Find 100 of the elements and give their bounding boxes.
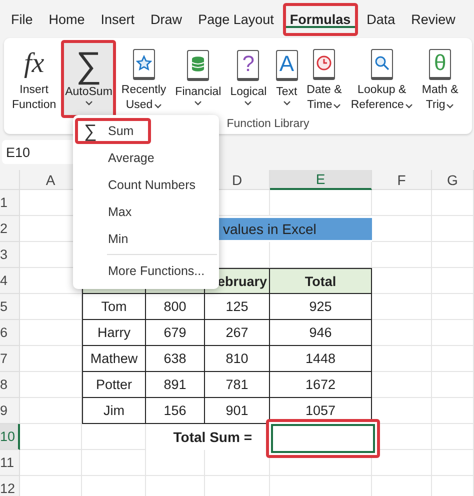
table-cell: 1672	[270, 372, 372, 398]
table-cell: 125	[205, 294, 270, 320]
selected-cell[interactable]	[266, 419, 380, 458]
button-label: Math &	[422, 83, 458, 98]
table-cell: 267	[205, 320, 270, 346]
button-label: Date &	[306, 83, 342, 98]
row-header[interactable]: 7	[0, 346, 20, 372]
ribbon-button[interactable]: ∑ AutoSum	[61, 40, 116, 118]
empty-cell	[432, 450, 474, 476]
row-header[interactable]: 12	[0, 476, 20, 496]
empty-cell	[372, 242, 432, 268]
row-header[interactable]: 1	[0, 190, 20, 216]
button-label: Function	[12, 98, 56, 113]
empty-cell	[432, 242, 474, 268]
row-header[interactable]: 10	[0, 424, 20, 450]
button-label: Financial	[175, 85, 222, 100]
menu-item-label: Average	[108, 151, 154, 165]
button-label: Used	[126, 98, 153, 113]
column-header[interactable]: F	[372, 170, 432, 190]
table-cell: 891	[146, 372, 205, 398]
ribbon-tab[interactable]: Draw	[144, 2, 190, 36]
table-cell: Potter	[82, 372, 146, 398]
ribbon-tab[interactable]: Data	[360, 2, 402, 36]
row-header[interactable]: 8	[0, 372, 20, 398]
row-header[interactable]: 9	[0, 398, 20, 424]
button-label: Reference	[350, 98, 404, 113]
table-cell: 156	[146, 398, 205, 424]
function-icon: fx	[20, 47, 48, 81]
table-cell: Tom	[82, 294, 146, 320]
ribbon-tab[interactable]: Insert	[94, 2, 142, 36]
menu-item-label: Sum	[108, 124, 134, 138]
table-cell: Jim	[82, 398, 146, 424]
menu-item-label: Max	[108, 205, 132, 219]
empty-cell	[372, 190, 432, 216]
header-cell: Total	[270, 268, 372, 294]
empty-cell	[432, 268, 474, 294]
table-cell: Mathew	[82, 346, 146, 372]
total-label: Total Sum =	[172, 428, 253, 447]
button-label: Recently	[121, 83, 166, 98]
table-cell: 901	[205, 398, 270, 424]
button-label: Insert	[20, 83, 48, 98]
ribbon-button[interactable]: fx Insert Function	[8, 40, 60, 118]
ribbon-button[interactable]: θ Math & Trig	[418, 40, 462, 118]
column-header[interactable]: E	[270, 170, 372, 190]
button-label: Lookup &	[358, 83, 406, 98]
ribbon-tab[interactable]: Home	[42, 2, 92, 36]
search-book-icon	[370, 48, 393, 80]
row-header[interactable]: 6	[0, 320, 20, 346]
ribbon-button[interactable]: A Text	[272, 40, 302, 118]
ribbon-button[interactable]: Lookup & Reference	[346, 40, 417, 118]
empty-cell	[146, 450, 205, 476]
empty-cell	[432, 424, 474, 450]
button-label: Logical	[230, 85, 267, 100]
table-cell: Harry	[82, 320, 146, 346]
sigma-icon: ∑	[76, 45, 102, 85]
button-label: AutoSum	[65, 85, 112, 100]
icon-glyph: A	[279, 53, 294, 75]
empty-cell	[432, 190, 474, 216]
button-label: Text	[276, 85, 298, 100]
table-cell: 800	[146, 294, 205, 320]
table-cell: 810	[205, 346, 270, 372]
row-header[interactable]: 4	[0, 268, 20, 294]
empty-cell	[432, 294, 474, 320]
star-book-icon	[132, 48, 155, 80]
empty-cell	[432, 372, 474, 398]
table-cell: 1448	[270, 346, 372, 372]
column-header[interactable]: G	[432, 170, 474, 190]
empty-cell	[432, 346, 474, 372]
ribbon-button[interactable]: Recently Used	[117, 40, 170, 118]
ribbon-button[interactable]: Date & Time	[302, 40, 346, 118]
sigma-icon: ∑	[84, 120, 97, 142]
table-cell: 679	[146, 320, 205, 346]
menu-item-label: Min	[108, 232, 128, 246]
icon-glyph: ?	[242, 53, 255, 75]
menu-item-label: More Functions...	[108, 264, 205, 278]
ribbon-tab[interactable]: Formulas	[282, 2, 358, 36]
ribbon-tab[interactable]: Review	[404, 2, 462, 36]
ribbon-button[interactable]: ? Logical	[226, 40, 271, 118]
table-cell: 638	[146, 346, 205, 372]
row-header[interactable]: 11	[0, 450, 20, 476]
empty-cell	[432, 320, 474, 346]
row-header[interactable]: 3	[0, 242, 20, 268]
empty-cell	[82, 450, 146, 476]
table-cell: 946	[270, 320, 372, 346]
ribbon-tab[interactable]: Page Layout	[191, 2, 281, 36]
icon-glyph: θ	[434, 52, 446, 74]
ribbon-button[interactable]: Financial	[171, 40, 226, 118]
menu-item-label: Count Numbers	[108, 178, 196, 192]
empty-cell	[432, 398, 474, 424]
button-label: Trig	[426, 98, 446, 113]
table-cell: 925	[270, 294, 372, 320]
database-book-icon	[187, 50, 210, 80]
menu-item[interactable]: ∑ Sum	[75, 118, 151, 144]
table-cell: 781	[205, 372, 270, 398]
clock-book-icon	[313, 48, 336, 80]
row-header[interactable]: 2	[0, 216, 20, 242]
button-label: Time	[307, 98, 332, 113]
group-label: Function Library	[226, 118, 310, 130]
row-header[interactable]: 5	[0, 294, 20, 320]
ribbon-tab[interactable]: File	[4, 2, 40, 36]
